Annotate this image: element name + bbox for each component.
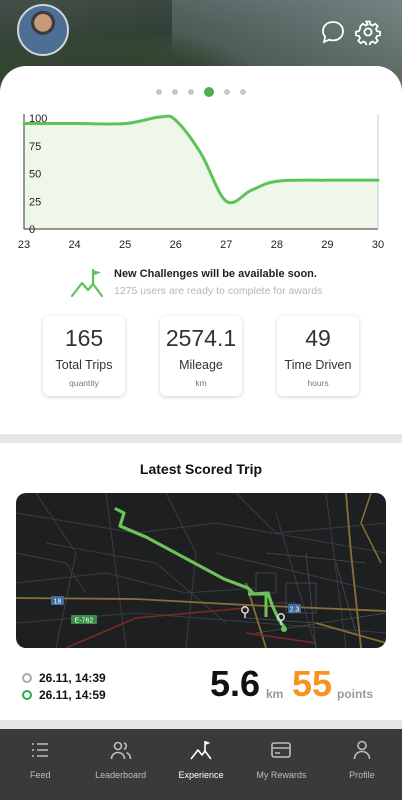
chart-x-tick-label: 23 bbox=[18, 239, 30, 251]
chart-y-tick-label: 75 bbox=[29, 141, 41, 153]
challenge-title: New Challenges will be available soon. bbox=[114, 268, 317, 280]
mountain-flag-icon bbox=[190, 741, 212, 760]
chat-bubble-icon[interactable] bbox=[320, 19, 346, 45]
challenge-banner[interactable]: New Challenges will be available soon. 1… bbox=[70, 266, 390, 306]
trip-distance: 5.6 bbox=[210, 663, 261, 704]
chart-x-tick-label: 27 bbox=[220, 239, 232, 251]
chart-x-tick-label: 24 bbox=[68, 239, 80, 251]
nav-my-rewards[interactable]: My Rewards bbox=[241, 729, 321, 800]
stat-mileage[interactable]: 2574.1 Mileage km bbox=[160, 316, 242, 396]
section-title: Latest Scored Trip bbox=[139, 461, 263, 477]
chart-y-tick-label: 25 bbox=[29, 196, 41, 208]
trip-end-time: 26.11, 14:59 bbox=[39, 687, 106, 702]
trip-map[interactable]: 18 E-762 2.3 bbox=[16, 493, 386, 648]
mountain-flag-icon bbox=[70, 268, 104, 298]
nav-leaderboard[interactable]: Leaderboard bbox=[80, 729, 160, 800]
chart-area-fill bbox=[24, 116, 378, 229]
chart-x-tick-label: 28 bbox=[271, 239, 283, 251]
stat-unit: hours bbox=[307, 378, 329, 388]
stat-value: 2574.1 bbox=[165, 325, 237, 351]
list-icon bbox=[32, 743, 49, 757]
road-label-e762: E-762 bbox=[71, 615, 97, 625]
stat-total-trips[interactable]: 165 Total Trips quantity bbox=[43, 316, 125, 396]
trip-start-row: 26.11, 14:39 bbox=[22, 669, 106, 686]
svg-text:2.3: 2.3 bbox=[290, 607, 300, 614]
stat-label: Time Driven bbox=[284, 358, 352, 372]
nav-feed[interactable]: Feed bbox=[0, 729, 80, 800]
chart-x-tick-label: 25 bbox=[119, 239, 131, 251]
nav-label: My Rewards bbox=[256, 770, 307, 780]
nav-label: Feed bbox=[29, 770, 51, 780]
trip-start-time: 26.11, 14:39 bbox=[39, 670, 106, 685]
chart-y-tick-label: 100 bbox=[29, 113, 47, 125]
chart-y-tick-label: 0 bbox=[29, 224, 35, 236]
road-label-18: 18 bbox=[51, 596, 64, 606]
carousel-indicator[interactable] bbox=[0, 87, 402, 97]
end-marker-icon bbox=[22, 689, 32, 700]
carousel-dot[interactable] bbox=[224, 89, 230, 95]
stat-value: 165 bbox=[64, 325, 104, 351]
svg-text:18: 18 bbox=[54, 599, 62, 606]
nav-label: Leaderboard bbox=[95, 770, 147, 780]
card-icon bbox=[271, 742, 292, 758]
stat-unit: quantity bbox=[69, 378, 99, 388]
trip-points-unit: points bbox=[337, 687, 373, 701]
chart-x-tick-label: 26 bbox=[170, 239, 182, 251]
stat-label: Mileage bbox=[179, 358, 223, 372]
score-chart: 100 75 50 25 0 23 24 25 26 27 28 29 30 bbox=[18, 113, 384, 251]
stat-time-driven[interactable]: 49 Time Driven hours bbox=[277, 316, 359, 396]
carousel-dot[interactable] bbox=[188, 89, 194, 95]
avatar[interactable] bbox=[17, 4, 69, 56]
carousel-dot[interactable] bbox=[156, 89, 162, 95]
trip-route bbox=[114, 507, 286, 629]
stat-label: Total Trips bbox=[55, 358, 113, 372]
stat-unit: km bbox=[195, 378, 207, 388]
chart-y-tick-label: 50 bbox=[29, 169, 41, 181]
nav-label: Profile bbox=[349, 770, 375, 780]
chart-x-tick-label: 29 bbox=[321, 239, 333, 251]
person-icon bbox=[353, 740, 371, 760]
trip-points: 55 bbox=[292, 663, 333, 704]
carousel-dot[interactable] bbox=[172, 89, 178, 95]
start-marker-icon bbox=[22, 672, 32, 683]
road-label-23: 2.3 bbox=[288, 604, 301, 614]
trip-times: 26.11, 14:39 26.11, 14:59 bbox=[22, 669, 106, 703]
nav-experience[interactable]: Experience bbox=[161, 729, 241, 800]
bottom-nav: Feed Leaderboard Experience My Rewards P… bbox=[0, 729, 402, 800]
nav-label: Experience bbox=[178, 770, 224, 780]
challenge-subtitle: 1275 users are ready to complete for awa… bbox=[114, 285, 323, 297]
chart-x-tick-label: 30 bbox=[372, 239, 384, 251]
stat-value: 49 bbox=[305, 325, 331, 351]
carousel-dot[interactable] bbox=[240, 89, 246, 95]
users-icon bbox=[110, 741, 131, 760]
trip-distance-unit: km bbox=[266, 687, 284, 701]
gear-icon[interactable] bbox=[355, 19, 381, 47]
trip-end-row: 26.11, 14:59 bbox=[22, 686, 106, 703]
carousel-dot-active[interactable] bbox=[204, 87, 214, 97]
svg-text:E-762: E-762 bbox=[75, 618, 94, 625]
nav-profile[interactable]: Profile bbox=[322, 729, 402, 800]
